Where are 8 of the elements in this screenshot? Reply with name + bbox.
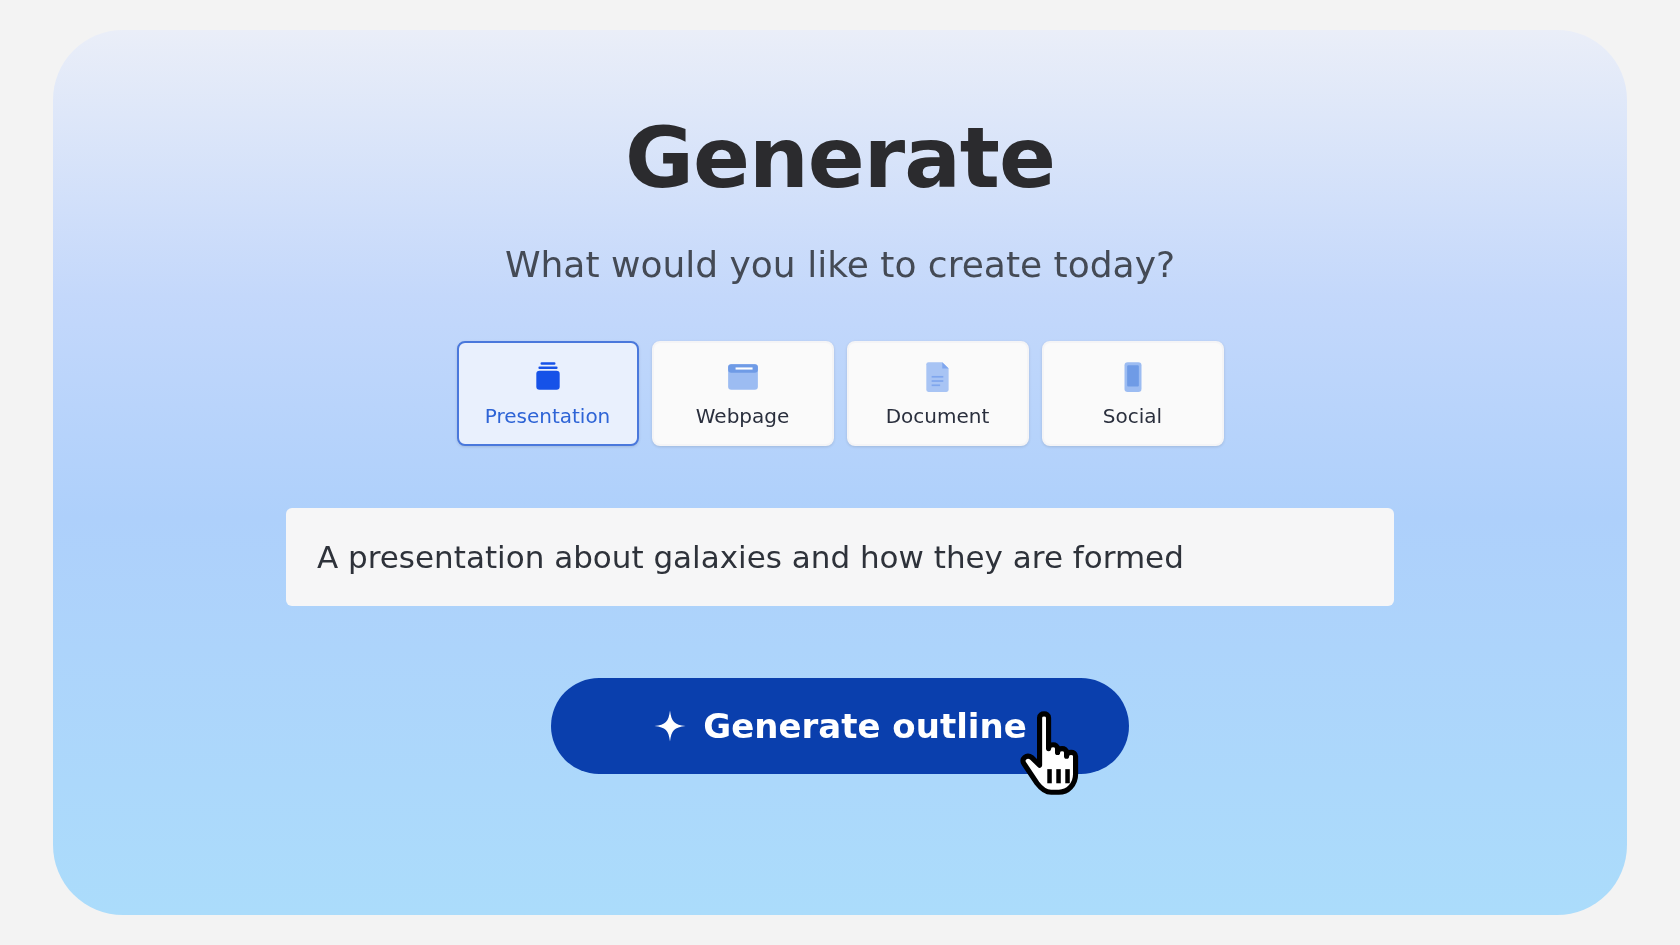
content-type-tab[interactable]: Document (846, 341, 1029, 447)
page-title: Generate (625, 112, 1055, 205)
generate-outline-button[interactable]: Generate outline (551, 678, 1129, 775)
prompt-input-field[interactable]: A presentation about galaxies and how they are formed (286, 508, 1394, 607)
content-type-tab[interactable]: Social (1041, 341, 1224, 447)
content-type-tab[interactable]: Webpage (651, 341, 834, 447)
subtitle: What would you like to create today? (504, 244, 1176, 286)
content-type-tab[interactable]: Presentation (456, 341, 639, 447)
